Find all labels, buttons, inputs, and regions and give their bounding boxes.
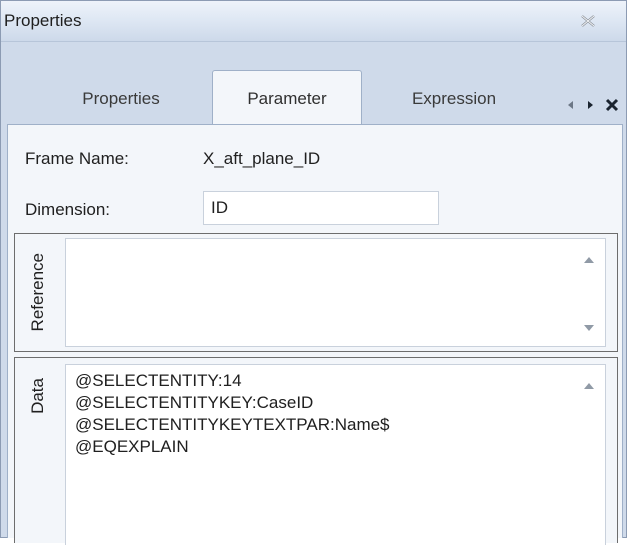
tab-expression[interactable]: Expression [381, 74, 527, 124]
tab-strip: Properties Parameter Expression [1, 42, 626, 127]
data-label: Data [28, 378, 47, 414]
data-line: @SELECTENTITY:14 [75, 371, 242, 390]
data-textarea[interactable]: @SELECTENTITY:14 @SELECTENTITYKEY:CaseID… [65, 364, 606, 545]
tab-close-button[interactable] [604, 94, 620, 116]
window-close-button[interactable] [574, 10, 602, 32]
triangle-left-icon [568, 101, 573, 109]
close-icon [605, 98, 619, 112]
data-line: @EQEXPLAIN [75, 437, 189, 456]
dimension-input[interactable] [203, 191, 439, 225]
data-group: Data @SELECTENTITY:14 @SELECTENTITYKEY:C… [14, 357, 618, 545]
tab-properties[interactable]: Properties [39, 74, 203, 124]
reference-label-container: Reference [25, 240, 51, 344]
data-content: @SELECTENTITY:14 @SELECTENTITYKEY:CaseID… [75, 370, 390, 458]
tab-scroll-right-button[interactable] [582, 94, 598, 116]
reference-scroll-up-button[interactable] [583, 255, 595, 265]
scroll-down-icon [584, 325, 594, 331]
frame-name-label: Frame Name: [25, 149, 129, 168]
tab-scroll-left-button[interactable] [563, 94, 579, 116]
data-label-container: Data [25, 366, 51, 426]
reference-group: Reference [14, 233, 618, 352]
data-line: @SELECTENTITYKEY:CaseID [75, 393, 314, 412]
reference-label: Reference [28, 252, 47, 332]
triangle-right-icon [588, 101, 593, 109]
frame-name-value: X_aft_plane_ID [203, 149, 321, 168]
data-scroll-up-button[interactable] [583, 381, 595, 391]
dimension-label: Dimension: [25, 200, 111, 219]
properties-window: Properties Properties Parameter Expressi… [0, 0, 627, 545]
parameter-panel: Frame Name: X_aft_plane_ID Dimension: Re… [7, 124, 623, 545]
title-bar[interactable]: Properties [1, 1, 626, 42]
scroll-up-icon [584, 257, 594, 263]
reference-textarea[interactable] [65, 238, 606, 347]
close-icon [581, 15, 595, 27]
window-title: Properties [4, 11, 82, 30]
data-line: @SELECTENTITYKEYTEXTPAR:Name$ [75, 415, 390, 434]
reference-scroll-down-button[interactable] [583, 323, 595, 333]
tab-parameter[interactable]: Parameter [212, 70, 362, 127]
scroll-up-icon [584, 383, 594, 389]
